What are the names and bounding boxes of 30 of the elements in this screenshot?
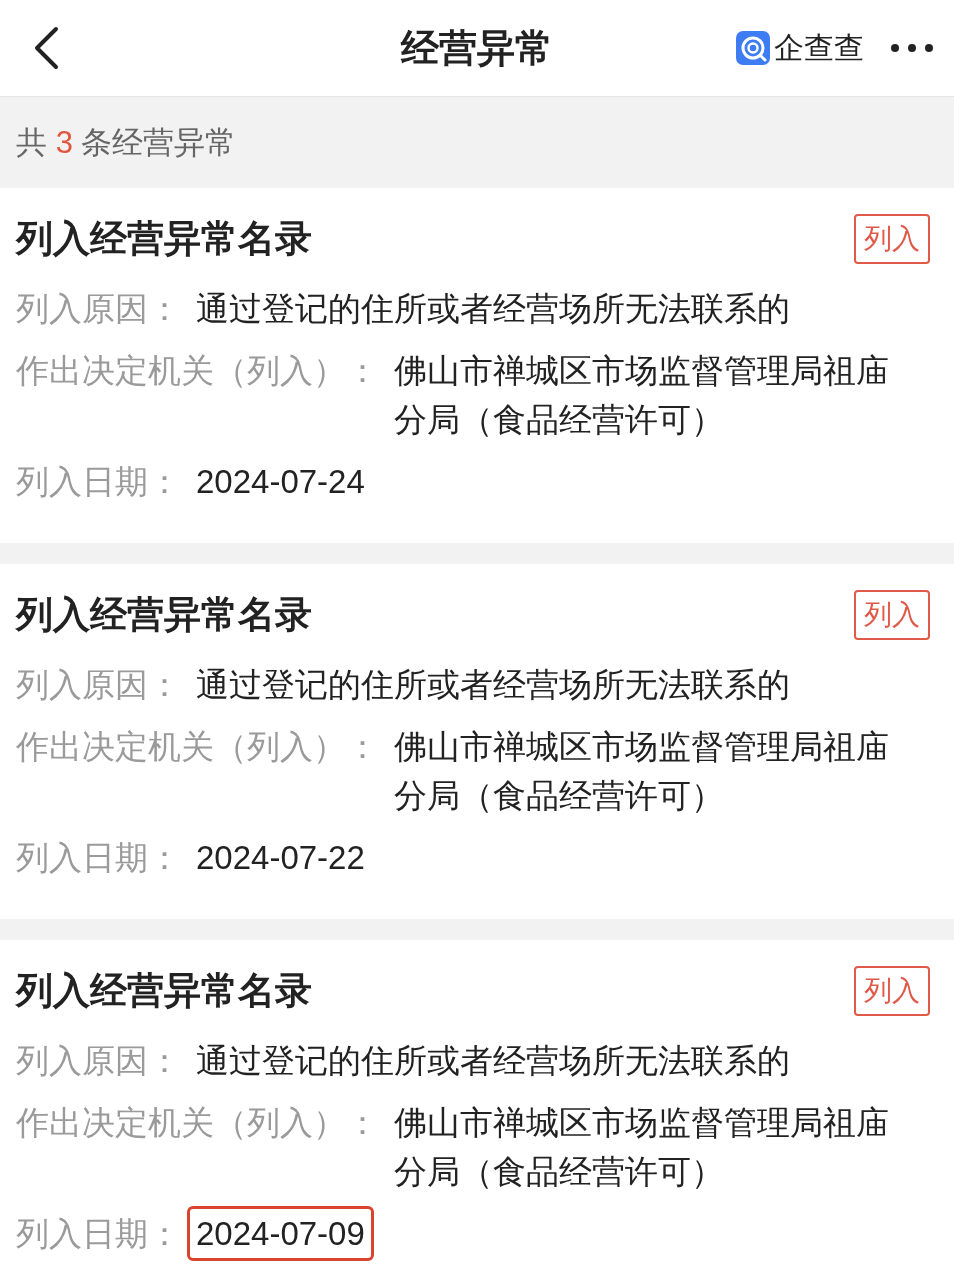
field-label: 列入原因： <box>16 665 181 705</box>
field-label: 作出决定机关（列入）： <box>16 727 379 767</box>
record-title: 列入经营异常名录 <box>16 969 312 1013</box>
field-label: 列入日期： <box>16 838 181 878</box>
field-value: 2024-07-24 <box>195 462 366 502</box>
field-value: 通过登记的住所或者经营场所无法联系的 <box>195 665 791 705</box>
field-value: 通过登记的住所或者经营场所无法联系的 <box>195 1041 791 1081</box>
record-count-text: 共 3 条经营异常 <box>16 123 237 162</box>
field-label: 列入日期： <box>16 462 181 502</box>
field-value: 佛山市禅城区市场监督管理局祖庙分局（食品经营许可） <box>393 727 890 816</box>
field-label: 作出决定机关（列入）： <box>16 351 379 391</box>
field-label: 列入日期： <box>16 1214 181 1254</box>
status-tag: 列入 <box>854 590 930 640</box>
page-title: 经营异常 <box>401 25 553 71</box>
field-value: 2024-07-22 <box>195 838 366 878</box>
more-menu-icon[interactable] <box>890 43 934 53</box>
field-label: 列入原因： <box>16 289 181 329</box>
logo-icon <box>736 31 770 65</box>
field-label: 列入原因： <box>16 1041 181 1081</box>
field-value: 佛山市禅城区市场监督管理局祖庙分局（食品经营许可） <box>393 1103 890 1192</box>
field-value: 2024-07-09 <box>187 1206 374 1261</box>
brand-name: 企查查 <box>774 29 864 66</box>
status-tag: 列入 <box>854 966 930 1016</box>
field-value: 佛山市禅城区市场监督管理局祖庙分局（食品经营许可） <box>393 351 890 440</box>
back-button[interactable] <box>32 26 60 70</box>
record-title: 列入经营异常名录 <box>16 593 312 637</box>
status-tag: 列入 <box>854 214 930 264</box>
record-title: 列入经营异常名录 <box>16 217 312 261</box>
field-value: 通过登记的住所或者经营场所无法联系的 <box>195 289 791 329</box>
field-label: 作出决定机关（列入）： <box>16 1103 379 1143</box>
